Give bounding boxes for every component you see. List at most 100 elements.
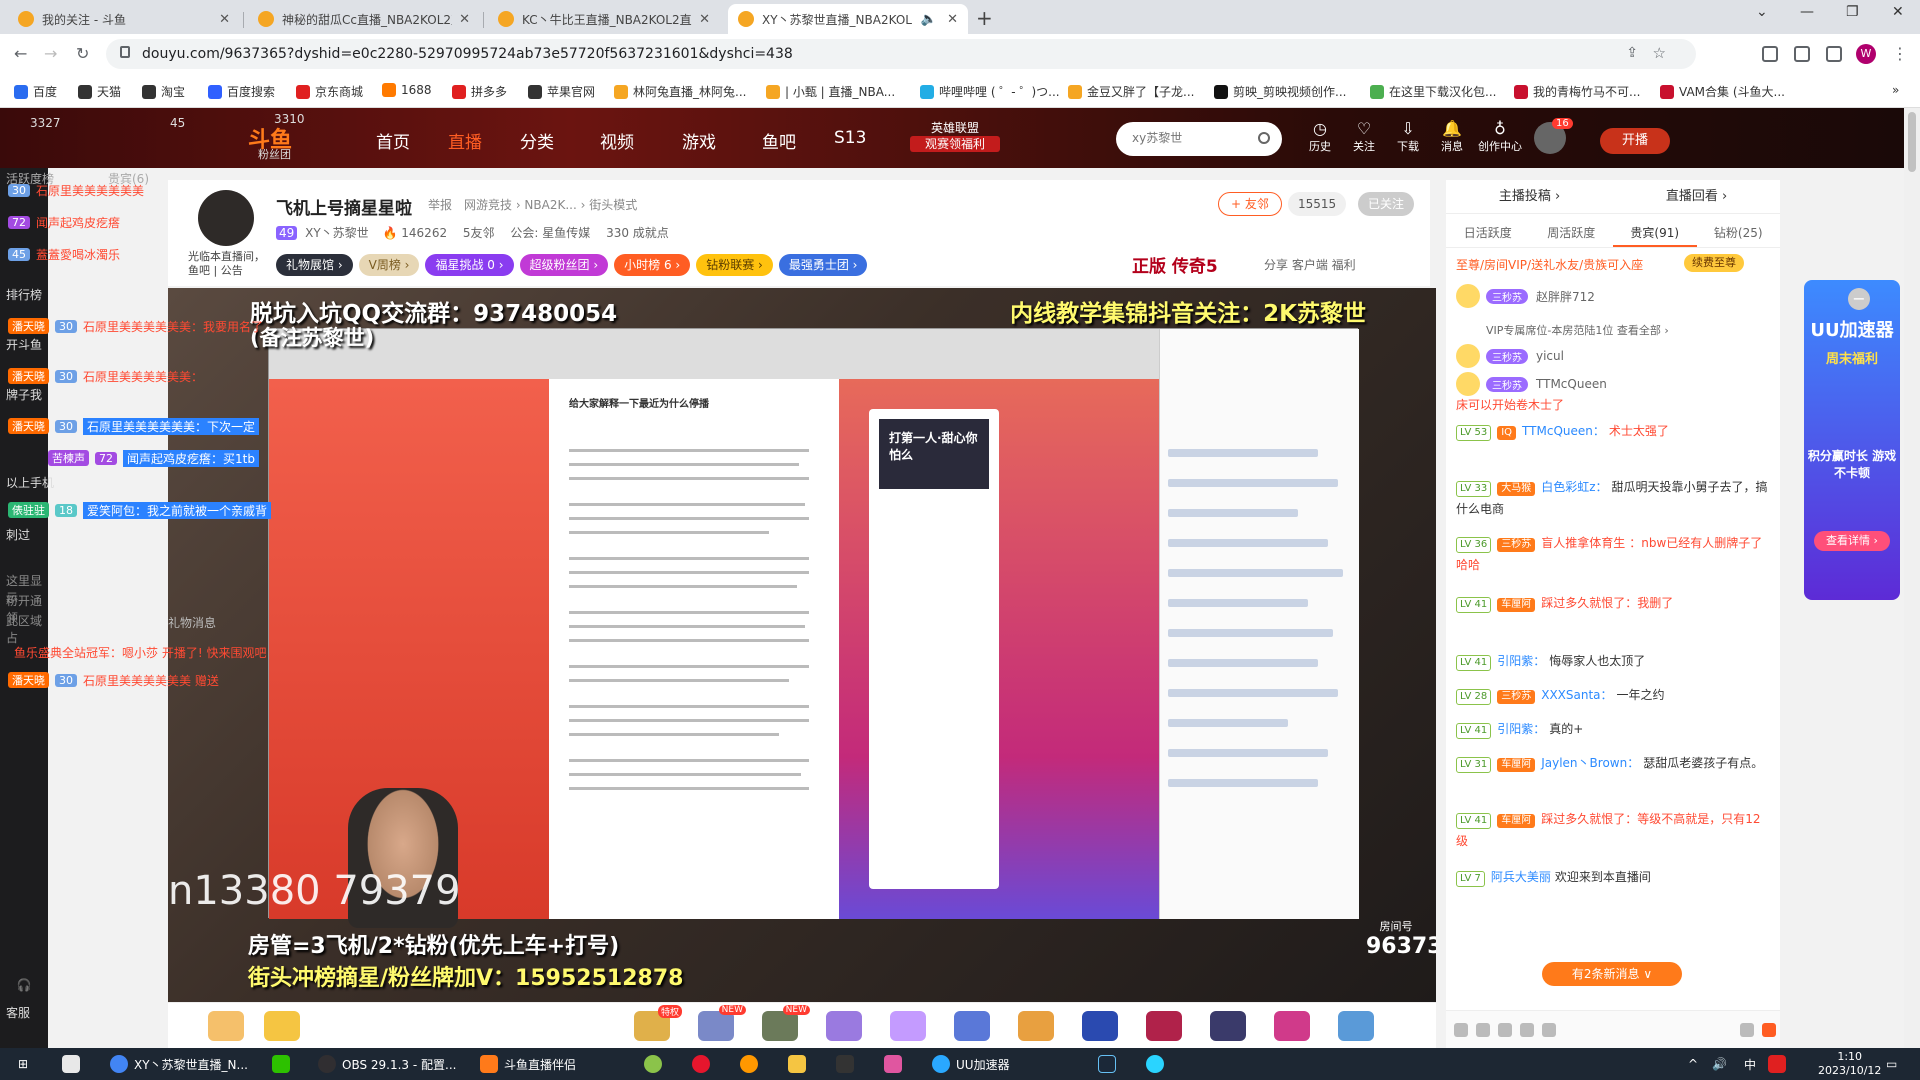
gift-item[interactable] [1338,1011,1374,1041]
page-scrollbar[interactable] [1904,108,1920,1048]
url-text[interactable]: douyu.com/9637365?dyshid=e0c2280-5297099… [142,46,793,62]
bookmark-item[interactable]: 金豆又胖了【子龙... [1068,83,1194,100]
site-search[interactable] [1116,122,1282,156]
speaker-icon[interactable]: 🔈 [921,12,937,27]
notification-center-icon[interactable]: ▭ [1886,1052,1897,1076]
app-icon[interactable] [644,1052,668,1076]
minimize-icon[interactable]: — [1800,4,1814,20]
lucky-challenge-pill[interactable]: 福星挑战 0 › [425,254,514,276]
steam-icon[interactable] [1098,1052,1122,1076]
ime-indicator[interactable]: 中 [1744,1052,1756,1076]
app-icon[interactable] [884,1052,908,1076]
tab-close-icon[interactable]: ✕ [219,12,230,27]
bookmark-item[interactable]: | 小甄 | 直播_NBA... [766,83,895,100]
streamer-submit-button[interactable]: 主播投稿 › [1446,180,1613,213]
taskbar-douyu-companion[interactable]: 斗鱼直播伴侣 [480,1052,576,1076]
more-bookmarks-icon[interactable]: » [1892,83,1899,97]
nav-category[interactable]: 分类 [520,128,554,153]
download-button[interactable]: ⇩ 下载 [1388,120,1428,154]
browser-tab[interactable]: KC丶牛比王直播_NBA2KOL2直 ✕ [488,4,720,34]
taskbar-uu[interactable]: UU加速器 [932,1052,1010,1076]
vip-row[interactable]: 三秒苏 赵胖胖712 [1456,282,1595,310]
gift-icon[interactable] [1520,1023,1534,1037]
fans-icon[interactable] [1498,1023,1512,1037]
gift-item[interactable] [1210,1011,1246,1041]
gift-item[interactable] [264,1011,300,1041]
legend-ad-link[interactable]: 正版 传奇5 [1132,252,1218,277]
follow-button[interactable]: ♡ 关注 [1344,120,1384,154]
tray-chevron-icon[interactable]: ^ [1688,1052,1698,1076]
gift-item[interactable] [1018,1011,1054,1041]
gift-item[interactable] [826,1011,862,1041]
speaker-icon[interactable] [1476,1023,1490,1037]
followed-button[interactable]: 已关注 [1358,192,1415,216]
emoji-icon[interactable] [1454,1023,1468,1037]
start-stream-button[interactable]: 开播 [1600,128,1670,154]
new-tab-icon[interactable]: + [976,6,993,30]
share-icon[interactable]: ⇪ [1626,45,1638,61]
user-nick[interactable]: XXXSanta： [1541,688,1612,702]
guild-name[interactable]: 公会: 星鱼传媒 [510,226,590,240]
nav-s13[interactable]: S13 [834,128,866,148]
renew-vip-button[interactable]: 续费至尊 [1684,254,1744,272]
user-nick[interactable]: 盲人推拿体育生 [1541,536,1625,550]
scrollbar-thumb[interactable] [1908,112,1916,172]
omnibox[interactable]: douyu.com/9637365?dyshid=e0c2280-5297099… [106,39,1696,69]
back-arrow-icon[interactable]: ← [14,44,27,63]
search-input[interactable] [1132,131,1242,145]
media-control-icon[interactable] [1794,46,1810,62]
user-nick[interactable]: TTMcQueen： [1522,424,1605,438]
extensions-icon[interactable] [1762,46,1778,62]
app-tray-icon[interactable] [1768,1052,1792,1076]
bookmark-item[interactable]: 淘宝 [142,83,185,100]
app-icon[interactable] [740,1052,764,1076]
streamer-avatar[interactable] [198,190,254,246]
new-messages-button[interactable]: 有2条新消息 ∨ [1542,962,1682,986]
nav-games[interactable]: 游戏 [682,128,716,153]
side-panel-icon[interactable] [1826,46,1842,62]
bookmark-item[interactable]: 在这里下载汉化包... [1370,83,1496,100]
gift-item[interactable]: 特权 [634,1005,682,1041]
bookmark-item[interactable]: 苹果官网 [528,83,595,100]
gift-item[interactable] [1082,1011,1118,1041]
app-icon[interactable] [788,1052,812,1076]
super-fans-pill[interactable]: 超级粉丝团 › [519,254,609,276]
report-link[interactable]: 举报 [428,196,452,213]
friends-count[interactable]: 5友邻 [463,226,495,240]
add-friend-button[interactable]: + 友邻 [1218,192,1282,216]
bookmark-item[interactable]: 1688 [382,83,432,97]
tab-close-icon[interactable]: ✕ [699,12,710,27]
reload-icon[interactable]: ↻ [76,44,89,63]
gift-item[interactable] [954,1011,990,1041]
bookmark-star-icon[interactable]: ☆ [1653,44,1666,62]
app-icon[interactable] [62,1052,86,1076]
gift-item[interactable]: NEW [698,1005,746,1041]
menu-kebab-icon[interactable]: ⋮ [1892,44,1908,63]
bookmark-item[interactable]: 京东商城 [296,83,363,100]
tab-close-icon[interactable]: ✕ [947,12,958,27]
gift-item[interactable] [890,1011,926,1041]
filter-icon[interactable] [1739,1023,1754,1037]
app-icon[interactable] [1146,1052,1170,1076]
user-nick[interactable]: 白色彩虹z： [1541,480,1607,494]
stream-replay-button[interactable]: 直播回看 › [1613,180,1780,213]
bookmark-item[interactable]: 剪映_剪映视频创作... [1214,83,1346,100]
taskbar-chrome[interactable]: XY丶苏黎世直播_N... [110,1052,248,1076]
bookmark-item[interactable]: 林阿兔直播_林阿兔... [614,83,746,100]
nav-live[interactable]: 直播 [448,128,482,153]
room-tools[interactable]: 分享 客户端 福利 [1264,256,1356,273]
browser-tab[interactable]: 我的关注 - 斗鱼 ✕ [8,4,240,34]
browser-tab[interactable]: 神秘的甜瓜Cc直播_NBA2KOL2直 ✕ [248,4,480,34]
vip-row[interactable]: 三秒苏 yicul [1456,342,1564,370]
bookmark-item[interactable]: 百度搜索 [208,83,275,100]
breadcrumb[interactable]: 网游竞技 › NBA2K... › 街头模式 [464,196,637,213]
bookmark-item[interactable]: 百度 [14,83,57,100]
browser-tab-active[interactable]: XY丶苏黎世直播_NBA2KOL 🔈 ✕ [728,4,968,34]
headset-icon[interactable]: 🎧 [6,978,42,992]
tab-search-chevron-icon[interactable]: ⌄ [1756,4,1768,20]
ad-close-icon[interactable]: − [1848,288,1870,310]
tab-vip[interactable]: 贵宾(91) [1613,220,1697,247]
user-nick[interactable]: Jaylen丶Brown： [1541,756,1639,770]
gift-item[interactable] [208,1011,244,1041]
tab-daily-activity[interactable]: 日活跃度 [1446,220,1530,247]
